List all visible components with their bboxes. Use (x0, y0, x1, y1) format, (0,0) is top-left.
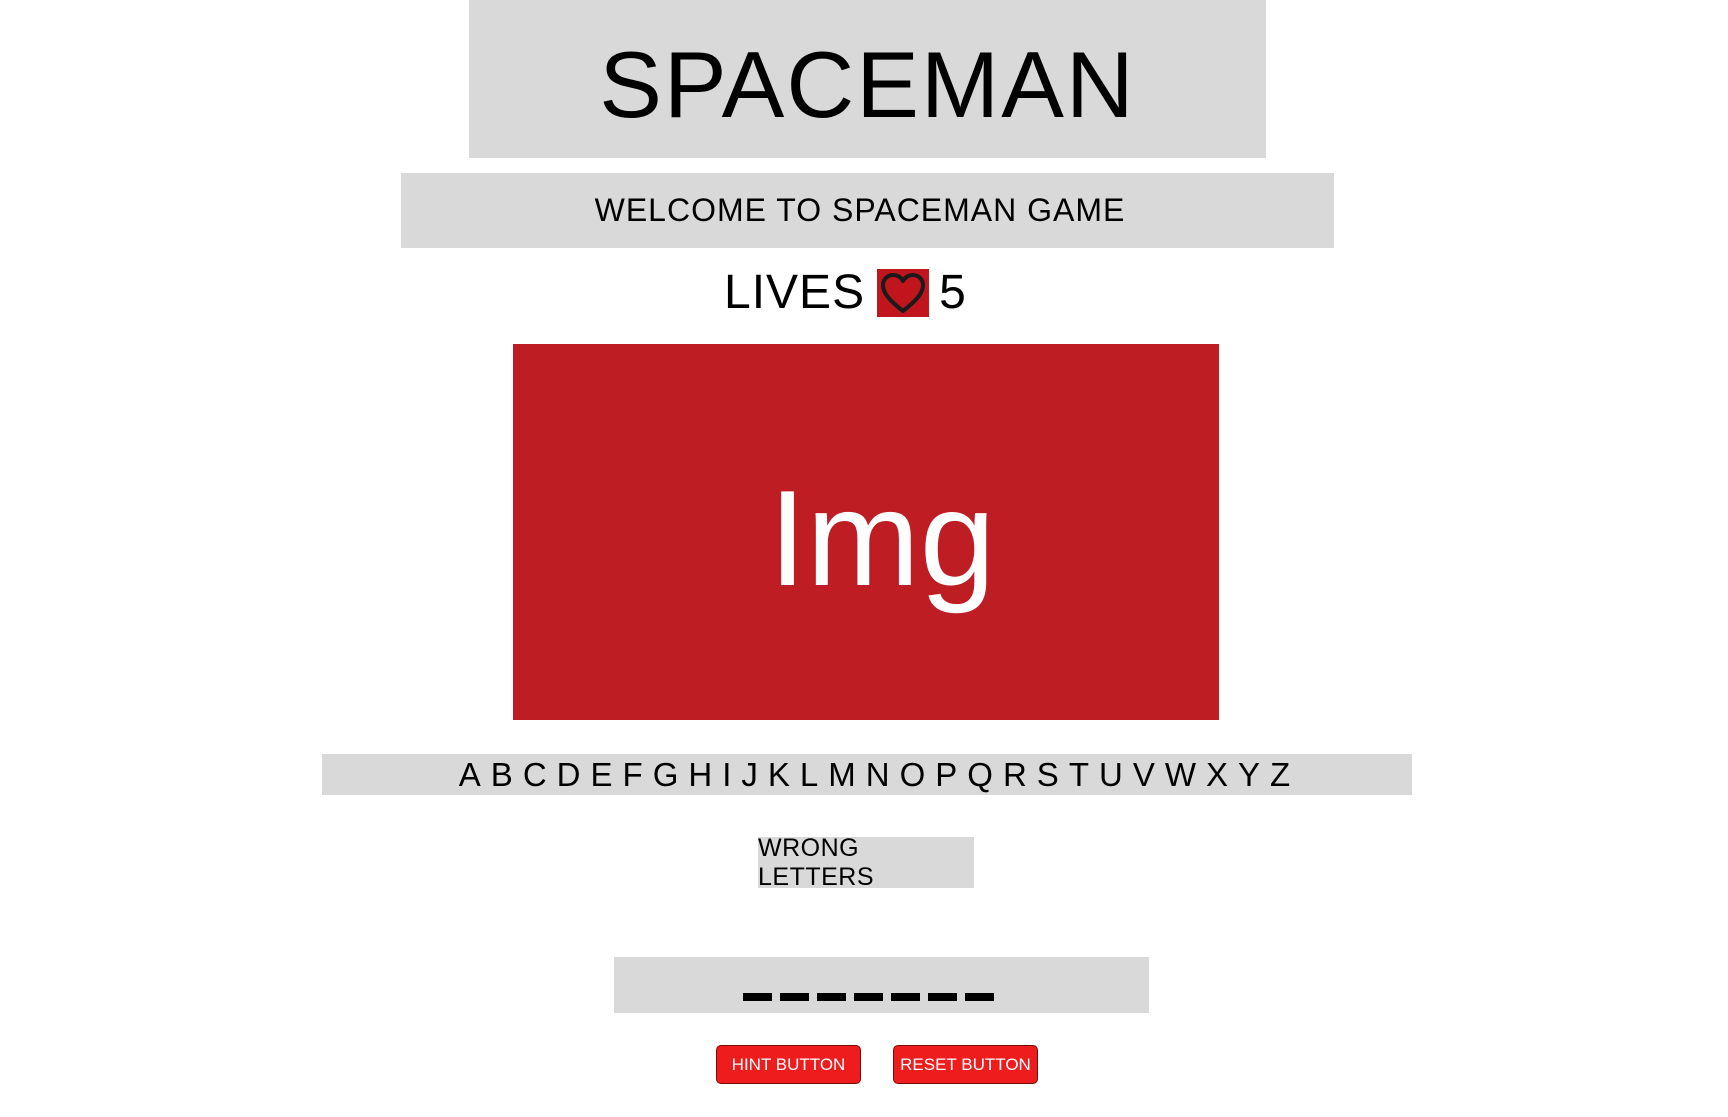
letter-key-j[interactable]: J (736, 758, 763, 791)
letter-key-d[interactable]: D (552, 758, 586, 791)
letter-key-v[interactable]: V (1128, 758, 1160, 791)
welcome-message: WELCOME TO SPACEMAN GAME (594, 192, 1126, 228)
letter-key-f[interactable]: F (618, 758, 648, 791)
letter-blank (928, 993, 957, 1001)
letter-keyboard: ABCDEFGHIJKLMNOPQRSTUVWXYZ (322, 754, 1412, 795)
letter-key-h[interactable]: H (683, 758, 717, 791)
letter-key-t[interactable]: T (1064, 758, 1094, 791)
letter-key-y[interactable]: Y (1233, 758, 1265, 791)
letter-key-w[interactable]: W (1160, 758, 1201, 791)
letter-key-z[interactable]: Z (1265, 758, 1295, 791)
letter-key-s[interactable]: S (1032, 758, 1064, 791)
letter-key-i[interactable]: I (717, 758, 736, 791)
letter-key-o[interactable]: O (895, 758, 931, 791)
lives-indicator: LIVES 5 (724, 268, 966, 318)
lives-count: 5 (939, 266, 966, 319)
letter-list: ABCDEFGHIJKLMNOPQRSTUVWXYZ (454, 758, 1295, 791)
image-placeholder-text: Img (768, 462, 996, 614)
spaceman-game: SPACEMAN WELCOME TO SPACEMAN GAME LIVES … (0, 0, 1728, 1117)
letter-key-e[interactable]: E (586, 758, 618, 791)
letter-key-k[interactable]: K (763, 758, 795, 791)
letter-key-b[interactable]: B (486, 758, 518, 791)
letter-blank (743, 993, 772, 1001)
letter-blank (780, 993, 809, 1001)
word-blanks (743, 993, 1002, 1001)
wrong-letters-panel: WRONG LETTERS (758, 834, 974, 891)
letter-key-u[interactable]: U (1094, 758, 1128, 791)
letter-key-m[interactable]: M (823, 758, 861, 791)
hint-button[interactable]: HINT BUTTON (716, 1045, 861, 1084)
welcome-banner: WELCOME TO SPACEMAN GAME (401, 173, 1334, 248)
title-banner: SPACEMAN (469, 0, 1266, 158)
letter-key-x[interactable]: X (1201, 758, 1233, 791)
letter-key-l[interactable]: L (795, 758, 823, 791)
reset-button[interactable]: RESET BUTTON (893, 1045, 1038, 1084)
lives-label: LIVES (724, 266, 866, 319)
letter-blank (854, 993, 883, 1001)
letter-blank (817, 993, 846, 1001)
letter-key-r[interactable]: R (998, 758, 1032, 791)
letter-key-c[interactable]: C (518, 758, 552, 791)
wrong-letters-label: WRONG LETTERS (758, 833, 875, 891)
word-display (614, 957, 1149, 1013)
letter-blank (965, 993, 994, 1001)
game-title: SPACEMAN (599, 32, 1136, 137)
letter-blank (891, 993, 920, 1001)
heart-icon (877, 269, 930, 317)
letter-key-q[interactable]: Q (962, 758, 998, 791)
letter-key-n[interactable]: N (861, 758, 895, 791)
letter-key-p[interactable]: P (930, 758, 962, 791)
letter-key-a[interactable]: A (454, 758, 486, 791)
letter-key-g[interactable]: G (648, 758, 684, 791)
spaceman-image-placeholder: Img (513, 344, 1219, 720)
